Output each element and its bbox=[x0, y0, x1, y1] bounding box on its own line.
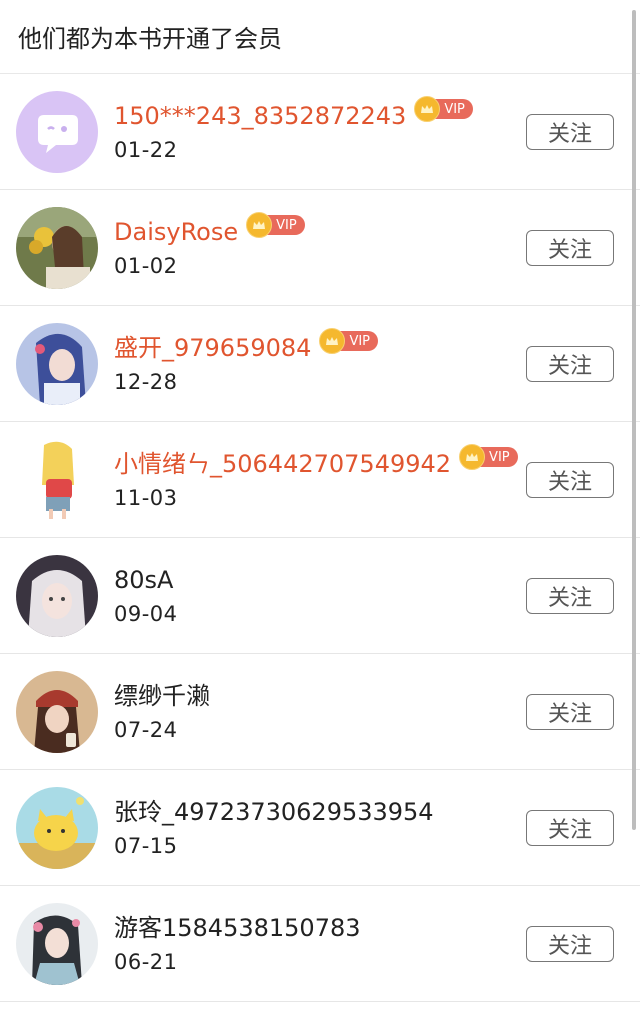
follow-button[interactable]: 关注 bbox=[526, 926, 614, 962]
vip-badge: VIP bbox=[459, 444, 518, 470]
list-item[interactable]: 盛开_979659084 VIP 12-28 关注 bbox=[0, 306, 640, 422]
avatar[interactable] bbox=[16, 207, 98, 289]
page-title-text: 他们都为本书开通了会员 bbox=[18, 25, 282, 53]
list-item[interactable]: 缥缈千濑 07-24 关注 bbox=[0, 654, 640, 770]
join-date: 12-28 bbox=[114, 370, 178, 394]
avatar[interactable] bbox=[16, 91, 98, 173]
join-date: 11-03 bbox=[114, 486, 178, 510]
follow-button[interactable]: 关注 bbox=[526, 346, 614, 382]
avatar[interactable] bbox=[16, 671, 98, 753]
crown-icon bbox=[319, 328, 346, 354]
join-date: 09-04 bbox=[114, 602, 178, 626]
list-item[interactable]: 游客1584538150783 06-21 关注 bbox=[0, 886, 640, 1002]
member-name[interactable]: 盛开_979659084 bbox=[114, 332, 311, 364]
join-date: 07-24 bbox=[114, 718, 178, 742]
member-name[interactable]: DaisyRose bbox=[114, 216, 238, 248]
list-item[interactable]: 80sA 09-04 关注 bbox=[0, 538, 640, 654]
crown-icon bbox=[246, 212, 273, 238]
vip-badge: VIP bbox=[319, 328, 379, 354]
join-date: 01-02 bbox=[114, 254, 178, 278]
list-item[interactable]: 150***243_8352872243 VIP 01-22 关注 bbox=[0, 74, 640, 190]
crown-icon bbox=[414, 96, 441, 122]
scrollbar[interactable] bbox=[632, 10, 636, 830]
list-item[interactable]: DaisyRose VIP 01-02 关注 bbox=[0, 190, 640, 306]
member-name[interactable]: 150***243_8352872243 bbox=[114, 100, 406, 132]
crown-icon bbox=[459, 444, 486, 470]
join-date: 01-22 bbox=[114, 138, 178, 162]
follow-button[interactable]: 关注 bbox=[526, 114, 614, 150]
follow-button[interactable]: 关注 bbox=[526, 694, 614, 730]
vip-label: VIP bbox=[349, 333, 371, 349]
join-date: 06-21 bbox=[114, 950, 178, 974]
avatar[interactable] bbox=[16, 787, 98, 869]
member-list: 150***243_8352872243 VIP 01-22 关注 DaisyR… bbox=[0, 74, 640, 1002]
avatar[interactable] bbox=[16, 555, 98, 637]
vip-badge: VIP bbox=[246, 212, 305, 238]
vip-badge: VIP bbox=[414, 96, 473, 122]
member-name[interactable]: 缥缈千濑 bbox=[114, 680, 210, 712]
list-item[interactable]: 小情绪ㄣ_506442707549942 VIP 11-03 关注 bbox=[0, 422, 640, 538]
vip-label: VIP bbox=[489, 449, 510, 465]
join-date: 07-15 bbox=[114, 834, 178, 858]
vip-label: VIP bbox=[276, 217, 297, 233]
avatar[interactable] bbox=[16, 439, 98, 521]
list-item[interactable]: 张玲_49723730629533954 07-15 关注 bbox=[0, 770, 640, 886]
follow-button[interactable]: 关注 bbox=[526, 578, 614, 614]
member-name[interactable]: 游客1584538150783 bbox=[114, 912, 361, 944]
follow-button[interactable]: 关注 bbox=[526, 810, 614, 846]
follow-button[interactable]: 关注 bbox=[526, 462, 614, 498]
avatar[interactable] bbox=[16, 903, 98, 985]
member-name[interactable]: 小情绪ㄣ_506442707549942 bbox=[114, 448, 451, 480]
vip-label: VIP bbox=[444, 101, 465, 117]
member-name[interactable]: 80sA bbox=[114, 564, 173, 596]
follow-button[interactable]: 关注 bbox=[526, 230, 614, 266]
page-title: 他们都为本书开通了会员 bbox=[0, 0, 640, 74]
member-name[interactable]: 张玲_49723730629533954 bbox=[114, 796, 434, 828]
avatar[interactable] bbox=[16, 323, 98, 405]
